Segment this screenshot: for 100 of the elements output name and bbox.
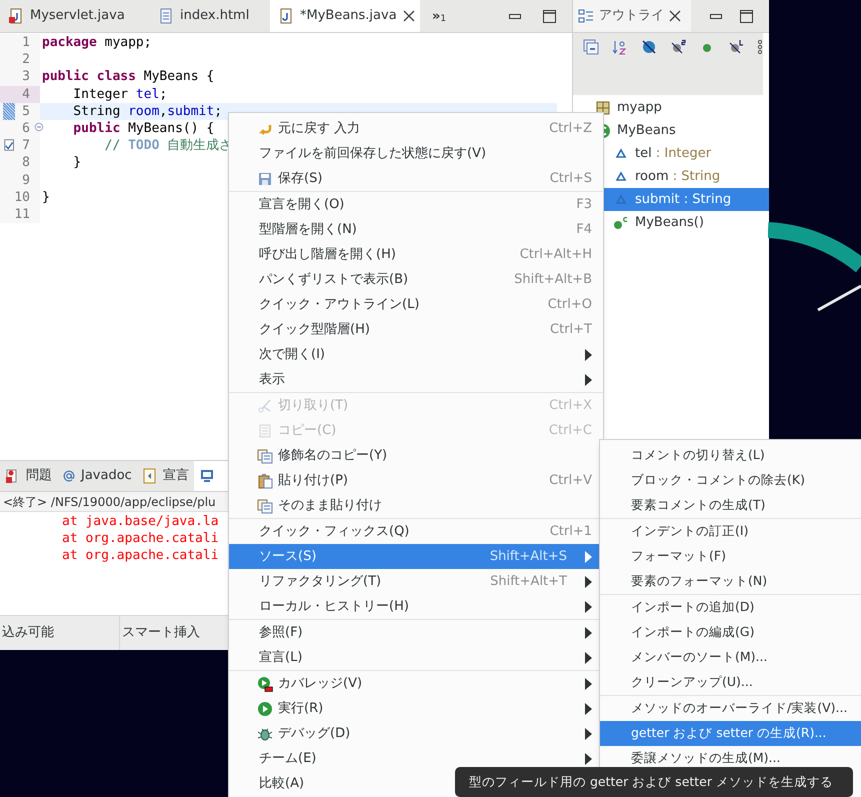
crossed-dot-icon — [670, 39, 686, 55]
tooltip: 型のフィールド用の getter および setter メソッドを生成する — [455, 767, 853, 797]
close-icon — [669, 10, 681, 22]
scissors-icon — [257, 398, 273, 414]
submenu-arrow-icon — [585, 752, 592, 764]
close-icon — [402, 10, 415, 22]
maximize-icon — [543, 10, 556, 22]
clipboard-icon — [257, 472, 273, 488]
console-line: at org.apache.catali — [62, 547, 219, 564]
panel-tab[interactable]: 宣言 — [136, 461, 194, 491]
declaration-icon — [142, 468, 158, 484]
submenu-arrow-icon — [585, 374, 592, 386]
code-line: public class MyBeans { — [42, 68, 214, 86]
crossed-dot-icon — [728, 39, 744, 55]
status-text: 込み可能 — [2, 624, 54, 642]
save-icon — [257, 170, 273, 186]
maximize-icon — [740, 10, 753, 22]
submenu-arrow-icon — [585, 576, 592, 588]
menu-item[interactable]: 次で開く(I) — [229, 342, 603, 367]
menu-item[interactable]: 宣言(L) — [229, 645, 603, 670]
menu-item[interactable]: メンバーのソート(M)... — [600, 645, 861, 670]
menu-item[interactable]: フォーマット(F) — [600, 544, 861, 569]
line-number: 9 — [22, 172, 30, 188]
menu-item[interactable]: パンくずリストで表示(B) Shift+Alt+B — [229, 267, 603, 292]
menu-item[interactable]: 表示 — [229, 367, 603, 392]
java-file-icon — [278, 8, 294, 24]
status-text: スマート挿入 — [122, 624, 200, 642]
submenu-arrow-icon — [585, 702, 592, 714]
more-tabs-button[interactable]: »1 — [420, 0, 458, 32]
occurrence-marker — [0, 86, 40, 103]
submenu-arrow-icon — [585, 678, 592, 690]
menu-item[interactable]: リファクタリング(T) Shift+Alt+T — [229, 569, 603, 594]
outline-tab[interactable]: アウトライ — [573, 0, 691, 32]
code-line: package myapp; — [42, 34, 152, 52]
menu-item[interactable]: 元に戻す 入力 Ctrl+Z — [229, 116, 603, 141]
line-number: 5 — [22, 104, 30, 119]
submenu-arrow-icon — [585, 348, 592, 360]
monitor-icon — [198, 468, 215, 484]
menu-item[interactable]: デバッグ(D) — [229, 721, 603, 746]
line-number: 7 — [22, 138, 30, 154]
menu-item[interactable]: クリーンアップ(U)... — [600, 670, 861, 695]
console-line: at org.apache.catali — [62, 530, 219, 547]
crossed-circle-icon — [641, 39, 657, 55]
menu-item[interactable]: 修飾名のコピー(Y) — [229, 443, 603, 468]
menu-item[interactable]: 要素のフォーマット(N) — [600, 569, 861, 594]
play-circle-icon — [257, 676, 273, 692]
documents-icon — [257, 498, 273, 514]
bug-icon — [257, 726, 273, 742]
menu-item[interactable]: 呼び出し階層を開く(H) Ctrl+Alt+H — [229, 242, 603, 267]
menu-item[interactable]: 貼り付け(P) Ctrl+V — [229, 468, 603, 493]
editor-tab[interactable]: *MyBeans.java — [270, 0, 420, 32]
menu-item[interactable]: ブロック・コメントの除去(K) — [600, 468, 861, 493]
menu-item[interactable]: クイック型階層(H) Ctrl+T — [229, 317, 603, 342]
line-number: 1 — [22, 35, 30, 50]
code-line: String room,submit; — [72, 102, 222, 120]
code-line: } — [72, 154, 82, 172]
menu-item[interactable]: コメントの切り替え(L) — [600, 443, 861, 468]
submenu-arrow-icon — [585, 626, 592, 638]
submenu-arrow-icon — [585, 728, 592, 740]
submenu-arrow-icon — [585, 652, 592, 664]
document-icon — [257, 422, 273, 438]
dot-icon — [613, 214, 629, 230]
line-number: 10 — [14, 190, 30, 205]
at-sign-icon — [62, 469, 76, 483]
menu-item[interactable]: 実行(R) — [229, 696, 603, 721]
code-line: Integer tel; — [72, 86, 168, 103]
menu-item[interactable]: インポートの編成(G) — [600, 620, 861, 645]
menu-item[interactable]: メソッドのオーバーライド/実装(V)... — [600, 696, 861, 721]
play-circle-icon — [257, 700, 273, 716]
menu-item[interactable]: 保存(S) Ctrl+S — [229, 166, 603, 191]
menu-item[interactable]: getter および setter の生成(R)... — [600, 721, 861, 746]
documents-icon — [257, 448, 273, 464]
menu-item[interactable]: インデントの訂正(I) — [600, 519, 861, 544]
document-icon — [158, 8, 174, 24]
menu-item[interactable]: クイック・アウトライン(L) Ctrl+O — [229, 292, 603, 317]
panel-tab[interactable]: 問題 — [0, 461, 57, 491]
panel-tab[interactable]: Javadoc — [57, 461, 137, 491]
menu-item[interactable]: 型階層を開く(N) F4 — [229, 217, 603, 242]
code-line: public MyBeans() { — [72, 120, 214, 138]
submenu-arrow-icon — [585, 600, 592, 612]
sort-icon — [612, 39, 628, 55]
line-number: 4 — [22, 86, 30, 102]
submenu-arrow-icon — [585, 550, 592, 562]
menu-item[interactable]: クイック・フィックス(Q) Ctrl+1 — [229, 519, 603, 544]
menu-item[interactable]: ローカル・ヒストリー(H) — [229, 594, 603, 619]
minimize-icon — [710, 14, 722, 18]
java-file-error-icon — [8, 8, 24, 24]
menu-item[interactable]: 参照(F) — [229, 620, 603, 645]
line-number: 3 — [22, 69, 30, 84]
minimize-icon — [509, 14, 521, 18]
line-number: 2 — [22, 52, 30, 68]
menu-item[interactable]: カバレッジ(V) — [229, 671, 603, 696]
outline-icon — [578, 8, 594, 24]
console-line: at java.base/java.la — [62, 513, 219, 530]
collapse-all-icon — [583, 39, 599, 55]
menu-item[interactable]: インポートの追加(D) — [600, 595, 861, 620]
editor-tab[interactable]: index.html — [150, 0, 270, 32]
code-line: } — [42, 188, 50, 206]
more-options-icon — [757, 39, 763, 55]
editor-tab[interactable]: Myservlet.java — [0, 0, 150, 32]
